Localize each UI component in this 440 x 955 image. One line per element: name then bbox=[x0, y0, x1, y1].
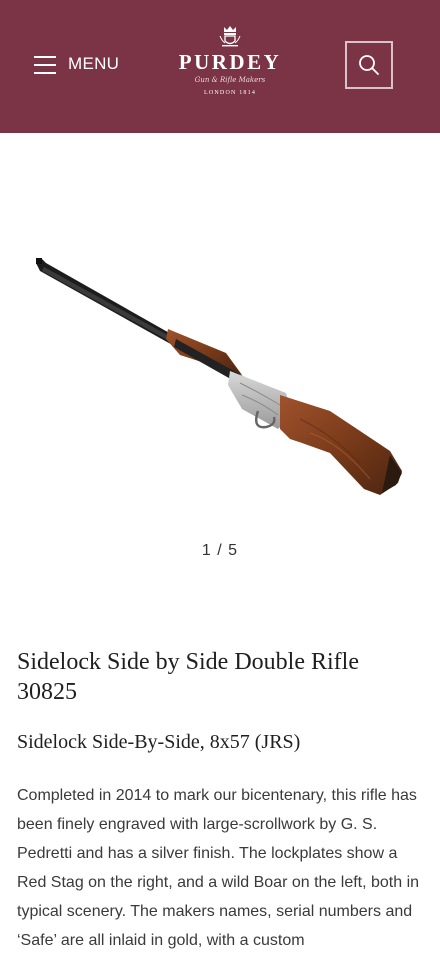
brand-tagline: Gun & Rifle Makers bbox=[194, 76, 266, 84]
menu-button[interactable]: MENU bbox=[34, 54, 119, 74]
search-icon bbox=[359, 55, 379, 75]
crest-icon bbox=[219, 26, 241, 47]
product-description: Completed in 2014 to mark our bicentenar… bbox=[17, 787, 420, 949]
product-title: Sidelock Side by Side Double Rifle 30825 bbox=[17, 649, 359, 705]
menu-label: MENU bbox=[68, 54, 120, 73]
product-details: Sidelock Side by Side Double Rifle 30825… bbox=[0, 647, 440, 955]
rifle-image bbox=[36, 258, 402, 495]
purdey-logo[interactable]: PURDEY Gun & Rifle Makers LONDON 1814 bbox=[160, 24, 300, 96]
gallery-counter: 1 / 5 bbox=[201, 542, 239, 559]
brand-name: PURDEY bbox=[178, 50, 282, 74]
product-subtitle: Sidelock Side-By-Side, 8x57 (JRS) bbox=[17, 731, 301, 753]
site-header: MENU PURDEY Gun & Rifle Makers LONDON 18… bbox=[0, 0, 440, 133]
product-gallery[interactable]: 1 / 5 bbox=[0, 133, 440, 603]
brand-place: LONDON 1814 bbox=[203, 90, 257, 96]
hamburger-icon bbox=[34, 54, 56, 74]
search-button[interactable] bbox=[345, 41, 393, 89]
